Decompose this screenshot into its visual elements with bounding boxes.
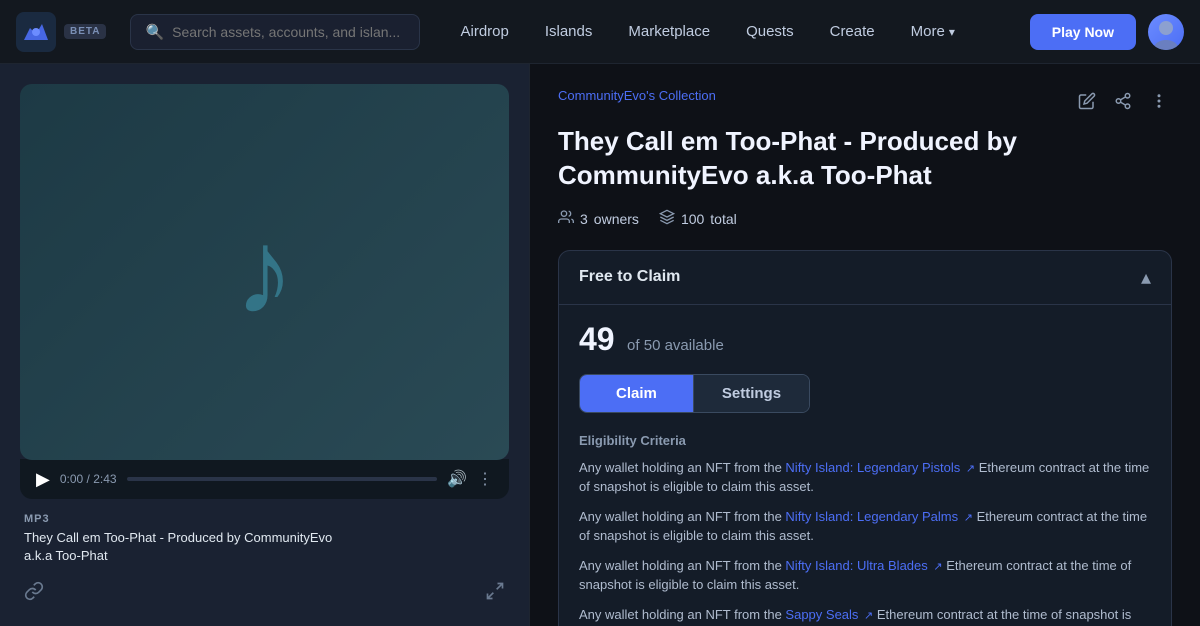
total-count: 100: [681, 211, 704, 227]
eligibility-title: Eligibility Criteria: [579, 433, 1151, 448]
claim-buttons: Claim Settings: [579, 374, 810, 413]
legendary-palms-link[interactable]: Nifty Island: Legendary Palms: [785, 509, 958, 524]
legendary-pistols-link[interactable]: Nifty Island: Legendary Pistols: [785, 460, 960, 475]
nav-link-islands[interactable]: Islands: [529, 15, 609, 48]
nav-right: Play Now: [1030, 14, 1184, 50]
play-now-button[interactable]: Play Now: [1030, 14, 1136, 50]
media-info: MP3 They Call em Too-Phat - Produced by …: [20, 499, 509, 573]
owners-label: owners: [594, 211, 639, 227]
media-title: They Call em Too-Phat - Produced by Comm…: [24, 529, 505, 565]
asset-meta: 3 owners 100 total: [558, 209, 1172, 230]
eligibility-item-4: Any wallet holding an NFT from the Sappy…: [579, 605, 1151, 626]
nav-link-marketplace[interactable]: Marketplace: [612, 15, 726, 48]
media-card: ♪: [20, 84, 509, 460]
share-button[interactable]: [1110, 88, 1136, 119]
detail-panel: CommunityEvo's Collection: [530, 64, 1200, 626]
item-actions: [1074, 88, 1172, 119]
edit-button[interactable]: [1074, 88, 1100, 119]
media-controls-bar: ▶ 0:00 / 2:43 🔊 ⋮: [20, 459, 509, 499]
settings-button[interactable]: Settings: [693, 375, 809, 412]
progress-bar[interactable]: [127, 477, 438, 481]
play-button[interactable]: ▶: [36, 470, 50, 488]
navigation: BETA 🔍 Airdrop Islands Marketplace Quest…: [0, 0, 1200, 64]
asset-title: They Call em Too-Phat - Produced by Comm…: [558, 125, 1172, 193]
nav-link-airdrop[interactable]: Airdrop: [444, 15, 524, 48]
eligibility-item-3: Any wallet holding an NFT from the Nifty…: [579, 556, 1151, 595]
ultra-blades-link[interactable]: Nifty Island: Ultra Blades: [785, 558, 927, 573]
claim-availability: 49 of 50 available: [579, 321, 1151, 358]
search-icon: 🔍: [145, 23, 164, 41]
main-content: ♪ ▶ 0:00 / 2:43 🔊 ⋮ MP3 They Call em Too…: [0, 64, 1200, 626]
chevron-down-icon: [949, 25, 955, 39]
nav-link-create[interactable]: Create: [814, 15, 891, 48]
total-meta: 100 total: [659, 209, 737, 230]
owners-meta: 3 owners: [558, 209, 639, 230]
eligibility-item-1: Any wallet holding an NFT from the Nifty…: [579, 458, 1151, 497]
logo[interactable]: BETA: [16, 12, 106, 52]
external-link-icon-3: ↗: [933, 561, 942, 573]
time-display: 0:00 / 2:43: [60, 472, 117, 486]
eligibility-item-2: Any wallet holding an NFT from the Nifty…: [579, 507, 1151, 546]
claim-box: Free to Claim 49 of 50 available Claim S…: [558, 250, 1172, 626]
claim-header: Free to Claim: [559, 251, 1171, 305]
claim-title: Free to Claim: [579, 268, 680, 286]
sappy-seals-link[interactable]: Sappy Seals: [785, 607, 858, 622]
media-panel: ♪ ▶ 0:00 / 2:43 🔊 ⋮ MP3 They Call em Too…: [0, 64, 530, 626]
collapse-button[interactable]: [1141, 265, 1151, 290]
search-bar[interactable]: 🔍: [130, 14, 420, 50]
owners-count: 3: [580, 211, 588, 227]
nav-link-more[interactable]: More: [895, 15, 971, 48]
link-icon[interactable]: [24, 581, 44, 606]
media-more-icon[interactable]: ⋮: [477, 469, 493, 489]
volume-icon[interactable]: 🔊: [447, 469, 467, 489]
nav-link-quests[interactable]: Quests: [730, 15, 810, 48]
collection-link[interactable]: CommunityEvo's Collection: [558, 88, 716, 103]
media-actions: [20, 573, 509, 606]
external-link-icon-4: ↗: [864, 610, 873, 622]
nav-links: Airdrop Islands Marketplace Quests Creat…: [444, 15, 1029, 48]
layers-icon: [659, 209, 675, 230]
available-count: 49: [579, 321, 615, 357]
external-link-icon-1: ↗: [966, 463, 975, 475]
claim-button[interactable]: Claim: [580, 375, 693, 412]
music-note-icon: ♪: [235, 203, 295, 341]
owners-icon: [558, 209, 574, 230]
media-type-badge: MP3: [24, 513, 505, 525]
external-link-icon-2: ↗: [964, 512, 973, 524]
avatar[interactable]: [1148, 14, 1184, 50]
total-label: total: [710, 211, 736, 227]
expand-icon[interactable]: [485, 581, 505, 606]
available-text: of 50 available: [627, 337, 724, 354]
chevron-up-icon: [1141, 267, 1151, 289]
options-button[interactable]: [1146, 88, 1172, 119]
beta-badge: BETA: [64, 24, 106, 39]
eligibility-list: Any wallet holding an NFT from the Nifty…: [579, 458, 1151, 626]
search-input[interactable]: [172, 24, 405, 40]
claim-body: 49 of 50 available Claim Settings Eligib…: [559, 305, 1171, 626]
